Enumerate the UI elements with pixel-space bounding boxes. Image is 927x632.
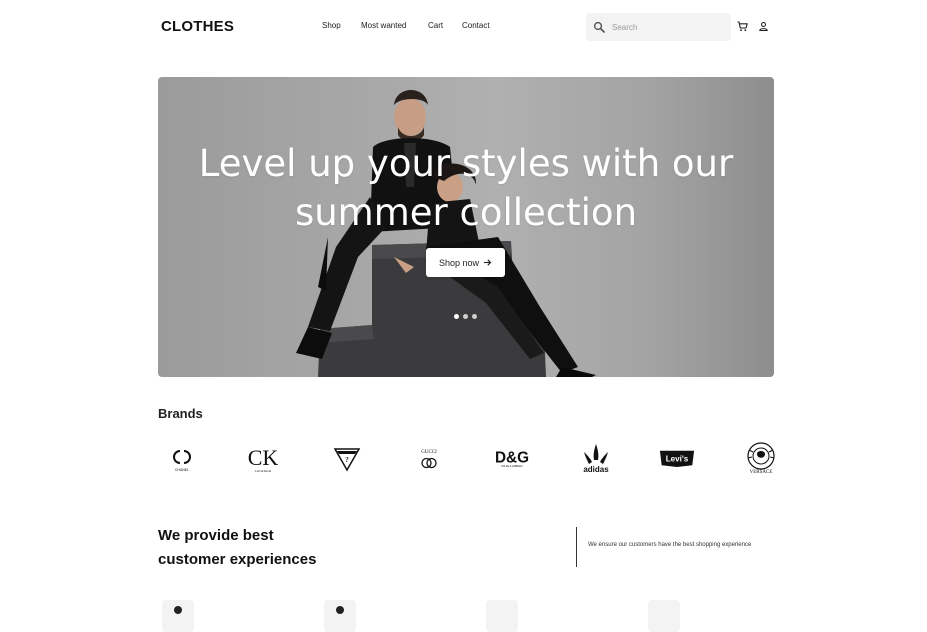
carousel-indicators xyxy=(454,314,477,319)
experience-heading-line-2: customer experiences xyxy=(158,551,317,568)
brand-calvin-klein-logo[interactable]: CK Calvin Klein xyxy=(245,440,281,476)
search-input[interactable] xyxy=(612,19,722,35)
cart-icon[interactable] xyxy=(737,21,748,32)
guess-mark-text: ? xyxy=(345,456,349,464)
search-box[interactable] xyxy=(586,13,731,41)
ck-sub-text: Calvin Klein xyxy=(255,469,272,473)
nav-most-wanted[interactable]: Most wanted xyxy=(361,21,406,30)
brand-levis-logo[interactable]: Levi's xyxy=(659,440,695,476)
adidas-text: adidas xyxy=(583,465,609,474)
brand-guess-logo[interactable]: ? xyxy=(329,440,365,476)
versace-text: VERSACE xyxy=(750,470,773,475)
site-logo[interactable]: CLOTHES xyxy=(161,18,234,35)
dg-text: D&G xyxy=(495,450,529,467)
feature-tile-3 xyxy=(486,600,518,632)
brand-versace-logo[interactable]: VERSACE xyxy=(743,440,779,476)
brand-chanel-logo[interactable]: CHANEL xyxy=(164,440,200,476)
chanel-sub-text: CHANEL xyxy=(175,468,189,472)
hero-title: Level up your styles with our summer col… xyxy=(158,139,774,237)
feature-tile-1 xyxy=(162,600,194,632)
feature-tile-2 xyxy=(324,600,356,632)
nav-cart[interactable]: Cart xyxy=(428,21,443,30)
brand-adidas-logo[interactable]: adidas xyxy=(578,440,614,476)
carousel-dot-3[interactable] xyxy=(472,314,477,319)
search-icon xyxy=(593,21,605,33)
feature-icon-2 xyxy=(336,606,344,614)
experience-text: We ensure our customers have the best sh… xyxy=(588,542,752,548)
hero-title-line-2: summer collection xyxy=(294,191,638,234)
hero-banner: Level up your styles with our summer col… xyxy=(158,77,774,377)
nav-shop[interactable]: Shop xyxy=(322,21,341,30)
ck-text: CK xyxy=(248,445,279,470)
feature-tile-4 xyxy=(648,600,680,632)
arrow-right-icon xyxy=(484,259,492,266)
experience-heading-line-1: We provide best xyxy=(158,527,274,544)
user-icon[interactable] xyxy=(758,21,769,32)
site-header: CLOTHES Shop Most wanted Cart Contact xyxy=(0,0,927,54)
experience-divider xyxy=(576,527,577,567)
brand-dolce-gabbana-logo[interactable]: D&G DOLCE & GABBANA xyxy=(494,440,530,476)
carousel-dot-1[interactable] xyxy=(454,314,459,319)
dg-sub-text: DOLCE & GABBANA xyxy=(501,465,523,468)
carousel-dot-2[interactable] xyxy=(463,314,468,319)
levis-text: Levi's xyxy=(666,455,689,464)
shop-now-label: Shop now xyxy=(438,257,480,268)
feature-icon-1 xyxy=(174,606,182,614)
shop-now-button[interactable]: Shop now xyxy=(426,248,505,277)
experience-heading: We provide best customer experiences xyxy=(158,524,316,572)
hero-title-line-1: Level up your styles with our xyxy=(198,142,734,185)
brand-gucci-logo[interactable]: GUCCI xyxy=(411,440,447,476)
brands-heading: Brands xyxy=(158,406,203,421)
gucci-text: GUCCI xyxy=(421,450,437,455)
nav-contact[interactable]: Contact xyxy=(462,21,490,30)
